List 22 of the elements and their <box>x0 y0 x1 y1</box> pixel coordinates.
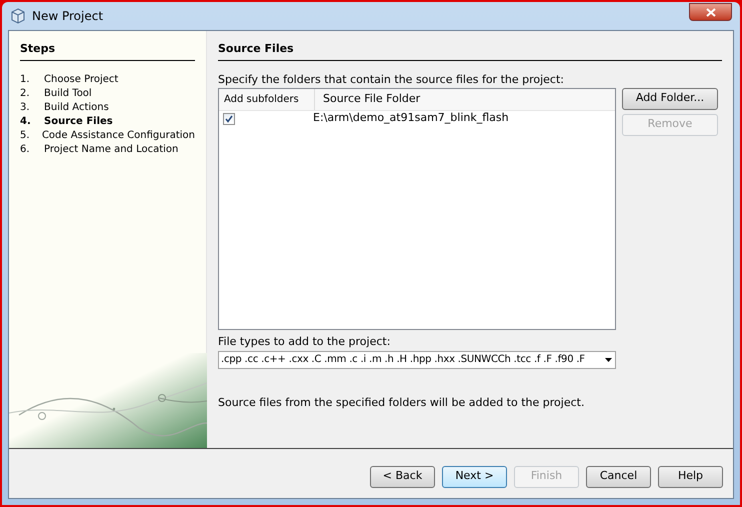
note-text: Source files from the specified folders will be added to the project. <box>218 394 586 410</box>
file-types-value: .cpp .cc .c++ .cxx .C .mm .c .i .m .h .H .hpp .hxx .SUNWCCh .tcc .f .F .f90 .F <box>221 353 586 367</box>
step-item: 2. Build Tool <box>20 86 93 100</box>
column-header: Source File Folder <box>322 90 422 107</box>
dialog-button[interactable]: Help <box>658 466 723 488</box>
column-header: Add subfolders <box>219 88 315 110</box>
step-item: 1. Choose Project <box>20 72 120 86</box>
dialog-button[interactable]: Next > <box>442 466 507 488</box>
instruction-text: Specify the folders that contain the source files for the project: <box>218 72 566 86</box>
dialog-button[interactable]: Add Folder... <box>622 88 718 110</box>
step-item: 5. Code Assistance Configuration <box>20 128 195 142</box>
file-types-label: File types to add to the project: <box>218 334 392 348</box>
step-item: 6. Project Name and Location <box>20 142 180 156</box>
step-item: 3. Build Actions <box>20 100 110 114</box>
panel-title: Source Files <box>218 41 722 60</box>
dialog-button[interactable]: Cancel <box>586 466 651 488</box>
table-cell-text: E:\arm\demo_at91sam7_blink_flash <box>312 110 510 126</box>
dialog-button[interactable]: < Back <box>370 466 435 488</box>
file-types-dropdown[interactable]: .cpp .cc .c++ .cxx .C .mm .c .i .m .h .H .hpp .hxx .SUNWCCh .tcc .f .F .f90 .F <box>218 350 616 368</box>
steps-title: Steps <box>20 41 195 60</box>
step-item: 4. Source Files <box>20 114 114 128</box>
window-title: New Project <box>32 8 104 25</box>
